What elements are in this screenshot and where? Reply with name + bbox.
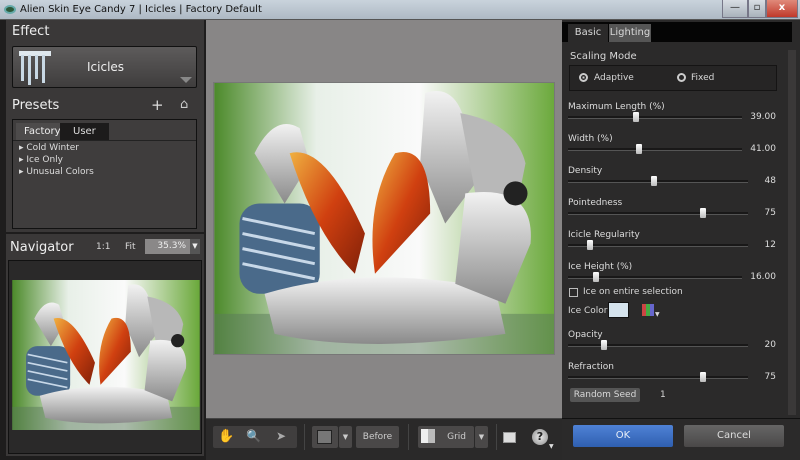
adaptive-label: Adaptive: [594, 73, 634, 83]
opacity-slider[interactable]: [568, 340, 748, 350]
density-value[interactable]: 48: [736, 176, 776, 186]
pointedness-value[interactable]: 75: [736, 208, 776, 218]
dropdown-arrow-icon: [180, 77, 192, 83]
opacity-value[interactable]: 20: [736, 340, 776, 350]
width-value[interactable]: 41.00: [736, 144, 776, 154]
ice-height-slider[interactable]: [568, 272, 742, 282]
before-button[interactable]: Before: [356, 426, 399, 448]
help-dropdown-icon[interactable]: ▼: [549, 443, 554, 450]
preview-image[interactable]: [213, 82, 555, 355]
single-view-icon: [317, 430, 332, 444]
navigator-heading: Navigator: [10, 240, 74, 255]
window-title: Alien Skin Eye Candy 7 | Icicles | Facto…: [20, 4, 262, 15]
scaling-mode-label: Scaling Mode: [570, 51, 637, 62]
ice-height-value[interactable]: 16.00: [736, 272, 776, 282]
ice-entire-selection-checkbox[interactable]: [569, 288, 578, 297]
radio-adaptive[interactable]: [579, 73, 588, 82]
list-item[interactable]: ▸ Cold Winter: [19, 143, 79, 153]
ice-entire-selection-label: Ice on entire selection: [583, 287, 683, 297]
maximum-length-value[interactable]: 39.00: [736, 112, 776, 122]
maximize-button[interactable]: ▫: [748, 0, 766, 18]
slider-thumb[interactable]: [592, 272, 599, 282]
maximum-length-label: Maximum Length (%): [568, 102, 665, 112]
minimize-button[interactable]: —: [722, 0, 748, 18]
layout-icon[interactable]: [503, 432, 516, 443]
presets-heading: Presets: [12, 98, 60, 113]
view-mode-button[interactable]: [312, 426, 338, 448]
scaling-mode-group: Adaptive Fixed: [569, 65, 777, 91]
scrollbar[interactable]: [788, 50, 796, 415]
radio-fixed[interactable]: [677, 73, 686, 82]
add-preset-button[interactable]: +: [151, 96, 164, 114]
grid-label: Grid: [447, 432, 466, 442]
pointedness-slider[interactable]: [568, 208, 748, 218]
zoom-tool-icon[interactable]: 🔍: [246, 429, 261, 443]
slider-thumb[interactable]: [700, 208, 706, 218]
list-item[interactable]: ▸ Ice Only: [19, 155, 63, 165]
zoom-1-1-button[interactable]: 1:1: [96, 242, 110, 252]
zoom-dropdown-icon[interactable]: ▼: [190, 239, 200, 254]
color-palette-icon[interactable]: [642, 304, 654, 316]
slider-thumb[interactable]: [601, 340, 607, 350]
fixed-label: Fixed: [691, 73, 715, 83]
pointedness-label: Pointedness: [568, 198, 623, 208]
grid-icon: [421, 429, 435, 443]
preset-label: Cold Winter: [26, 143, 79, 153]
tab-user[interactable]: User: [60, 123, 109, 140]
random-seed-value: 1: [660, 390, 666, 400]
ice-color-swatch[interactable]: [608, 302, 629, 318]
zoom-fit-button[interactable]: Fit: [125, 242, 136, 252]
effect-heading: Effect: [12, 24, 50, 39]
preset-label: Unusual Colors: [26, 167, 94, 177]
hand-tool-icon[interactable]: ✋: [218, 429, 234, 444]
zoom-field[interactable]: 35.3%: [145, 239, 190, 254]
icicle-regularity-label: Icicle Regularity: [568, 230, 640, 240]
preset-label: Ice Only: [26, 155, 64, 165]
view-dropdown-icon[interactable]: ▼: [339, 426, 352, 448]
presets-list: Factory User ▸ Cold Winter ▸ Ice Only ▸ …: [12, 119, 197, 229]
tab-lighting[interactable]: Lighting: [609, 24, 651, 42]
grid-dropdown-icon[interactable]: ▼: [475, 426, 488, 448]
effect-name: Icicles: [87, 60, 125, 74]
refraction-label: Refraction: [568, 362, 614, 372]
icicle-regularity-slider[interactable]: [568, 240, 748, 250]
icicle-regularity-value[interactable]: 12: [736, 240, 776, 250]
width-slider[interactable]: [568, 144, 742, 154]
settings-panel: Basic Lighting Scaling Mode Adaptive Fix…: [562, 20, 800, 420]
width-label: Width (%): [568, 134, 613, 144]
slider-thumb[interactable]: [632, 112, 639, 122]
list-item[interactable]: ▸ Unusual Colors: [19, 167, 94, 177]
effect-selector[interactable]: Icicles: [12, 46, 197, 88]
title-bar: Alien Skin Eye Candy 7 | Icicles | Facto…: [0, 0, 800, 20]
refraction-slider[interactable]: [568, 372, 748, 382]
density-slider[interactable]: [568, 176, 748, 186]
home-icon[interactable]: ⌂: [180, 97, 188, 112]
help-button[interactable]: ?: [532, 429, 548, 445]
opacity-label: Opacity: [568, 330, 603, 340]
navigator-thumbnail[interactable]: [12, 280, 200, 430]
slider-thumb[interactable]: [651, 176, 658, 186]
select-tool-icon[interactable]: ➤: [276, 429, 286, 443]
random-seed-button[interactable]: Random Seed: [570, 388, 640, 402]
icicles-icon: [19, 51, 51, 85]
preview-toolbar: ✋ 🔍 ➤ ▼ Before Grid ▼ ? ▼: [206, 418, 562, 460]
palette-dropdown-icon[interactable]: ▼: [655, 311, 660, 318]
close-button[interactable]: x: [766, 0, 798, 18]
slider-thumb[interactable]: [700, 372, 706, 382]
app-eye-icon: [4, 5, 16, 14]
ok-button[interactable]: OK: [573, 425, 673, 447]
cancel-button[interactable]: Cancel: [684, 425, 784, 447]
slider-thumb[interactable]: [586, 240, 593, 250]
ice-height-label: Ice Height (%): [568, 262, 633, 272]
ice-color-label: Ice Color: [568, 306, 608, 316]
tab-basic[interactable]: Basic: [568, 24, 608, 42]
maximum-length-slider[interactable]: [568, 112, 742, 122]
density-label: Density: [568, 166, 603, 176]
slider-thumb[interactable]: [636, 144, 643, 154]
refraction-value[interactable]: 75: [736, 372, 776, 382]
